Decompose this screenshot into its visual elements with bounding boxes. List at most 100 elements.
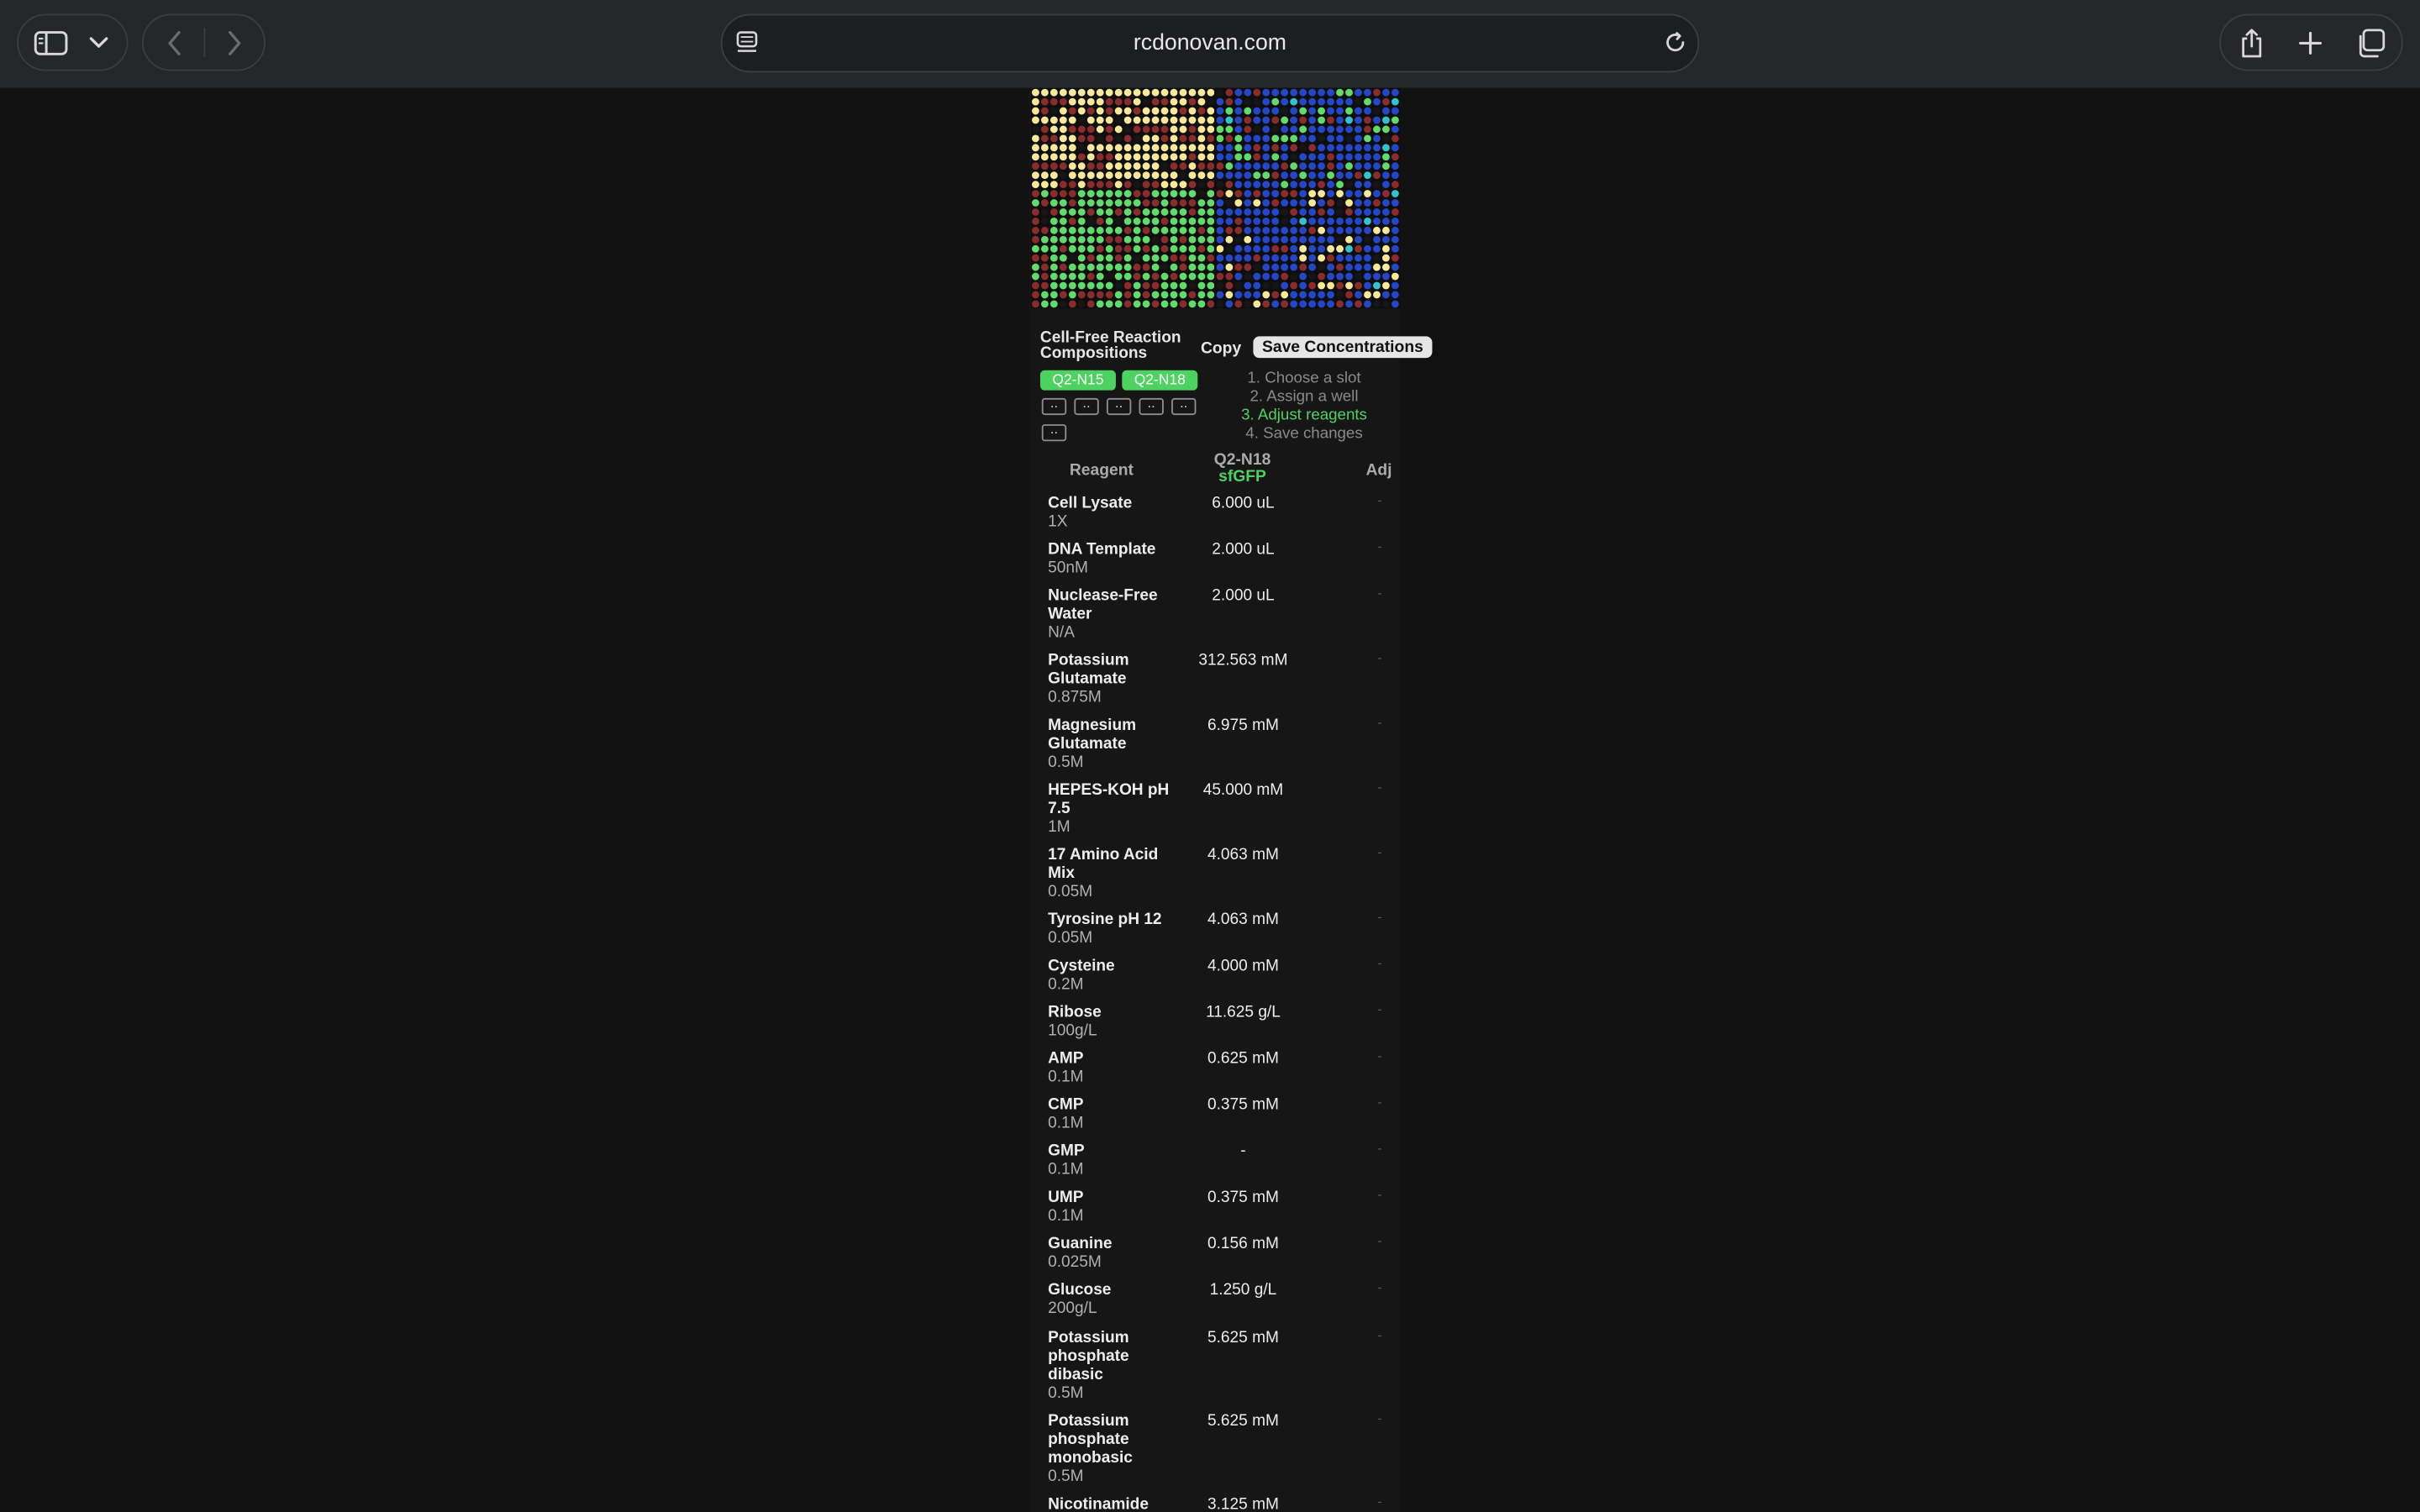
well[interactable]: [1299, 134, 1307, 143]
well[interactable]: [1086, 144, 1095, 152]
well[interactable]: [1308, 291, 1317, 299]
well[interactable]: [1179, 116, 1187, 124]
well[interactable]: [1308, 171, 1317, 180]
well[interactable]: [1031, 97, 1039, 106]
well[interactable]: [1031, 244, 1039, 253]
well[interactable]: [1281, 291, 1289, 299]
well[interactable]: [1345, 107, 1353, 115]
well[interactable]: [1179, 199, 1187, 207]
well[interactable]: [1050, 171, 1058, 180]
well[interactable]: [1096, 171, 1104, 180]
well[interactable]: [1179, 272, 1187, 281]
well[interactable]: [1308, 134, 1317, 143]
well[interactable]: [1096, 116, 1104, 124]
empty-slot[interactable]: ..: [1171, 396, 1197, 416]
well[interactable]: [1105, 263, 1113, 271]
well[interactable]: [1031, 134, 1039, 143]
well[interactable]: [1207, 88, 1215, 97]
well[interactable]: [1253, 125, 1261, 134]
well[interactable]: [1271, 162, 1280, 171]
well[interactable]: [1216, 226, 1224, 234]
well[interactable]: [1068, 97, 1076, 106]
well[interactable]: [1373, 171, 1381, 180]
well[interactable]: [1271, 116, 1280, 124]
well[interactable]: [1299, 226, 1307, 234]
well[interactable]: [1373, 190, 1381, 197]
well[interactable]: [1086, 217, 1095, 225]
well[interactable]: [1225, 263, 1234, 271]
well[interactable]: [1391, 300, 1399, 308]
well[interactable]: [1391, 244, 1399, 253]
well[interactable]: [1059, 125, 1067, 134]
well[interactable]: [1050, 162, 1058, 171]
adjust-control[interactable]: -: [1365, 844, 1396, 863]
well[interactable]: [1225, 300, 1234, 308]
well[interactable]: [1271, 153, 1280, 161]
well[interactable]: [1308, 254, 1317, 262]
well[interactable]: [1271, 107, 1280, 115]
well[interactable]: [1170, 162, 1178, 171]
well[interactable]: [1179, 181, 1187, 189]
well[interactable]: [1133, 254, 1141, 262]
well[interactable]: [1391, 263, 1399, 271]
well[interactable]: [1050, 217, 1058, 225]
well[interactable]: [1244, 291, 1252, 299]
well[interactable]: [1262, 300, 1270, 308]
well[interactable]: [1151, 226, 1160, 234]
well[interactable]: [1086, 300, 1095, 308]
well[interactable]: [1151, 107, 1160, 115]
chevron-down-icon[interactable]: [83, 15, 114, 69]
well[interactable]: [1151, 300, 1160, 308]
well[interactable]: [1170, 116, 1178, 124]
well[interactable]: [1050, 300, 1058, 308]
well[interactable]: [1133, 208, 1141, 216]
well[interactable]: [1188, 97, 1197, 106]
well[interactable]: [1142, 107, 1150, 115]
well[interactable]: [1234, 97, 1243, 106]
well[interactable]: [1244, 144, 1252, 152]
well[interactable]: [1327, 88, 1334, 97]
well[interactable]: [1170, 235, 1178, 244]
well[interactable]: [1355, 235, 1362, 244]
well[interactable]: [1253, 254, 1261, 262]
well[interactable]: [1327, 226, 1334, 234]
well[interactable]: [1142, 244, 1150, 253]
well[interactable]: [1244, 190, 1252, 197]
well[interactable]: [1077, 181, 1086, 189]
adjust-control[interactable]: -: [1365, 1494, 1396, 1512]
well[interactable]: [1244, 181, 1252, 189]
well[interactable]: [1123, 263, 1132, 271]
well[interactable]: [1031, 254, 1039, 262]
well[interactable]: [1318, 272, 1326, 281]
well[interactable]: [1114, 116, 1123, 124]
well[interactable]: [1170, 300, 1178, 308]
well[interactable]: [1327, 272, 1334, 281]
well[interactable]: [1114, 235, 1123, 244]
well[interactable]: [1299, 181, 1307, 189]
well[interactable]: [1031, 208, 1039, 216]
well[interactable]: [1142, 208, 1150, 216]
well[interactable]: [1373, 254, 1381, 262]
reagent-value[interactable]: 0.156 mM: [1177, 1236, 1308, 1254]
well[interactable]: [1188, 181, 1197, 189]
well[interactable]: [1244, 134, 1252, 143]
well[interactable]: [1225, 171, 1234, 180]
reagent-value[interactable]: 1.250 g/L: [1177, 1282, 1308, 1300]
well[interactable]: [1197, 97, 1206, 106]
well[interactable]: [1114, 244, 1123, 253]
well[interactable]: [1216, 208, 1224, 216]
well[interactable]: [1308, 88, 1317, 97]
well[interactable]: [1364, 162, 1371, 171]
well[interactable]: [1308, 300, 1317, 308]
well[interactable]: [1308, 244, 1317, 253]
well[interactable]: [1281, 300, 1289, 308]
slot-tag-q2-n15[interactable]: Q2-N15: [1039, 370, 1116, 391]
well[interactable]: [1345, 254, 1353, 262]
well[interactable]: [1170, 144, 1178, 152]
well[interactable]: [1096, 199, 1104, 207]
well[interactable]: [1364, 263, 1371, 271]
well[interactable]: [1040, 244, 1049, 253]
well[interactable]: [1355, 144, 1362, 152]
well[interactable]: [1059, 162, 1067, 171]
well[interactable]: [1290, 190, 1298, 197]
